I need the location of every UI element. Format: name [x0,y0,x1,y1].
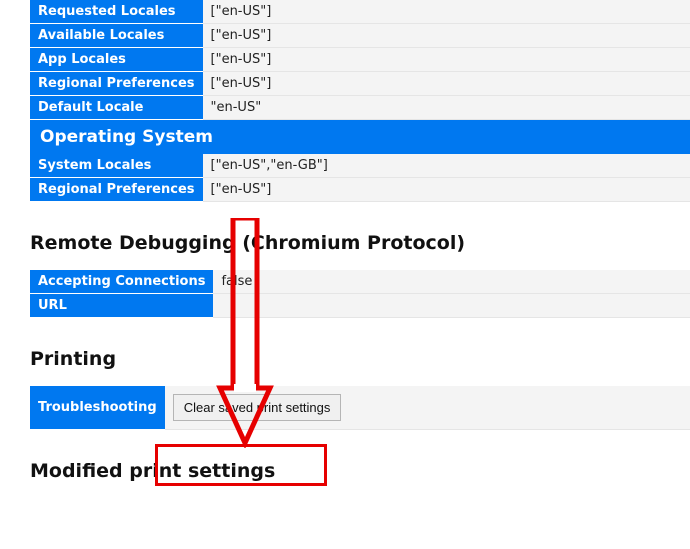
locale-table: Requested Locales ["en-US"] Available Lo… [30,0,690,202]
row-label-requested-locales: Requested Locales [30,0,203,24]
row-label-os-regional-preferences: Regional Preferences [30,178,203,202]
section-header-remote-debugging: Remote Debugging (Chromium Protocol) [30,232,690,254]
row-value-url [213,294,690,318]
row-value-regional-preferences: ["en-US"] [203,72,690,96]
row-value-requested-locales: ["en-US"] [203,0,690,24]
row-label-app-locales: App Locales [30,48,203,72]
row-label-available-locales: Available Locales [30,24,203,48]
row-label-url: URL [30,294,213,318]
section-header-printing: Printing [30,348,690,370]
row-label-regional-preferences: Regional Preferences [30,72,203,96]
row-label-system-locales: System Locales [30,154,203,178]
row-label-accepting-connections: Accepting Connections [30,270,213,294]
remote-debugging-table: Accepting Connections false URL [30,270,690,318]
row-value-default-locale: "en-US" [203,96,690,120]
section-header-modified-print-settings: Modified print settings [30,460,690,482]
row-value-os-regional-preferences: ["en-US"] [203,178,690,202]
row-label-troubleshooting: Troubleshooting [30,386,165,430]
clear-saved-print-settings-button[interactable]: Clear saved print settings [173,394,342,421]
row-value-app-locales: ["en-US"] [203,48,690,72]
row-value-accepting-connections: false [213,270,690,294]
row-value-system-locales: ["en-US","en-GB"] [203,154,690,178]
row-label-default-locale: Default Locale [30,96,203,120]
row-value-available-locales: ["en-US"] [203,24,690,48]
section-header-os: Operating System [30,120,690,155]
printing-table: Troubleshooting Clear saved print settin… [30,386,690,430]
